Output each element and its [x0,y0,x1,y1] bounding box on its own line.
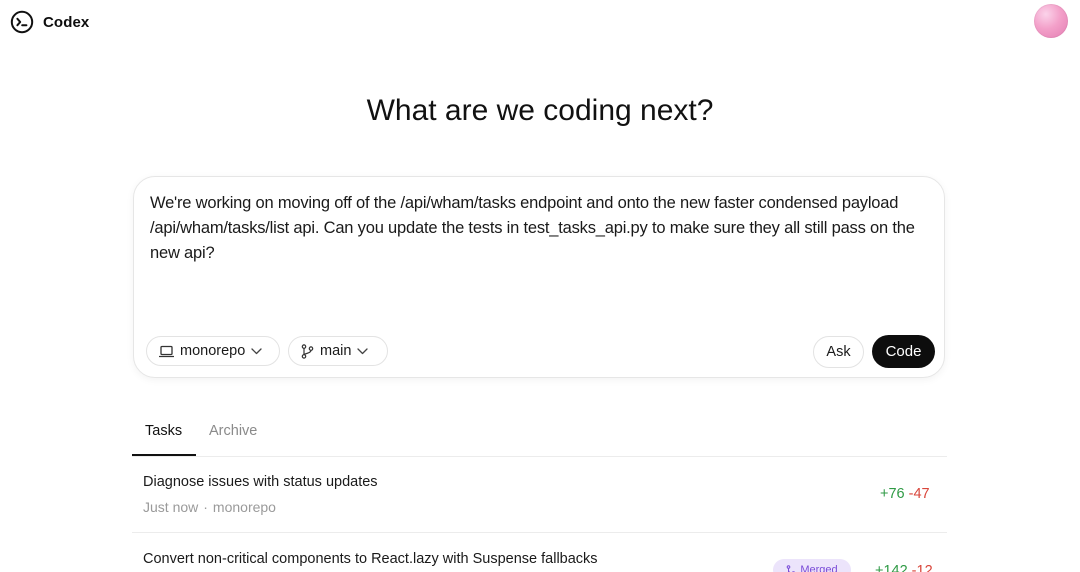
badge-label: Merged [800,564,838,572]
status-badge: Merged [773,559,851,572]
task-title: Convert non-critical components to React… [143,551,598,567]
deletions-count: -12 [911,563,933,572]
prompt-composer: We're working on moving off of the /api/… [133,176,945,378]
task-row[interactable]: Diagnose issues with status updates Just… [132,458,947,533]
task-time: Just now [143,499,199,515]
diff-stats: +76 -47 [880,486,930,502]
codex-logo-icon [10,10,34,34]
codex-home: Codex What are we coding next? We're wor… [0,0,1080,572]
brand[interactable]: Codex [10,10,89,34]
deletions-count: -47 [908,486,930,502]
page-headline: What are we coding next? [366,94,714,127]
code-button[interactable]: Code [872,335,935,368]
tab-tasks[interactable]: Tasks [145,423,182,439]
task-meta: Just now · monorepo [143,499,276,515]
app-name: Codex [43,13,90,31]
additions-count: +142 [875,563,908,572]
diff-stats: +142 -12 [875,563,933,572]
additions-count: +76 [880,486,905,502]
branch-selector[interactable]: main [288,336,388,366]
laptop-icon [159,345,174,357]
tab-archive[interactable]: Archive [209,423,257,439]
task-row[interactable]: Convert non-critical components to React… [132,533,947,572]
prompt-input[interactable]: We're working on moving off of the /api/… [150,191,936,266]
branch-label: main [320,343,352,359]
ask-button[interactable]: Ask [813,336,864,368]
repo-label: monorepo [180,343,246,359]
merge-icon [787,565,796,572]
repo-selector[interactable]: monorepo [146,336,280,366]
meta-separator: · [203,499,208,515]
branch-icon [301,343,314,359]
active-tab-indicator [132,454,196,456]
task-title: Diagnose issues with status updates [143,474,378,490]
chevron-down-icon [357,347,369,354]
chevron-down-icon [251,347,262,354]
task-tabs: Tasks Archive [132,418,947,457]
task-repo: monorepo [212,499,276,515]
user-avatar[interactable] [1034,4,1068,38]
